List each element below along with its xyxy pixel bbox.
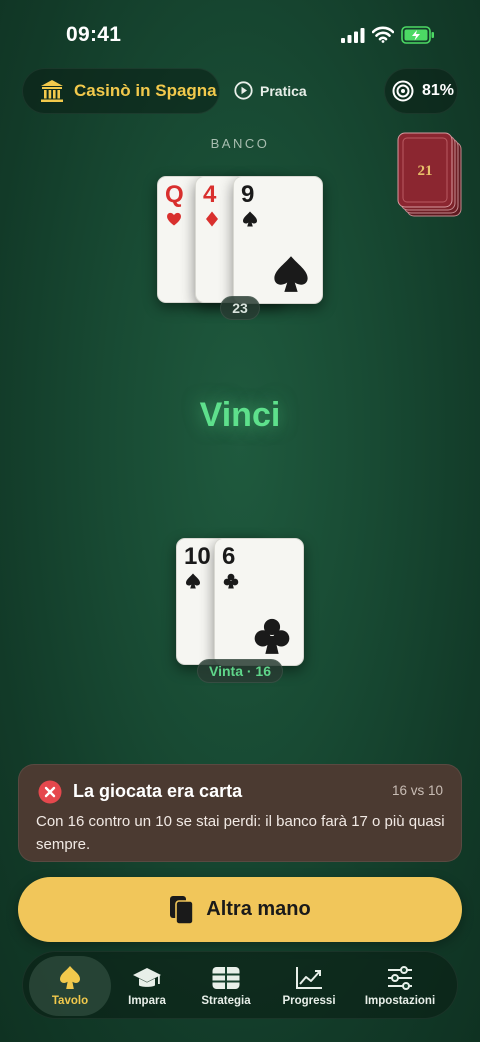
spade-icon (243, 211, 257, 227)
club-icon (254, 618, 290, 654)
practice-mode-label: Pratica (260, 82, 307, 99)
status-bar: 09:41 (0, 0, 480, 70)
bank-icon (41, 80, 63, 102)
feedback-panel: La giocata era carta 16 vs 10 Con 16 con… (18, 764, 462, 862)
card-rank: 9 (241, 181, 255, 208)
spade-icon (274, 256, 308, 292)
play-circle-icon (234, 81, 253, 100)
spade-icon (186, 573, 200, 589)
card-rank: 10 (184, 543, 211, 570)
feedback-title: La giocata era carta (73, 781, 243, 801)
sliders-icon (388, 966, 412, 990)
tab-label: Tavolo (51, 995, 89, 1007)
tab-label: Impara (128, 995, 166, 1007)
tab-impara[interactable]: Impara (115, 956, 179, 1016)
graduation-cap-icon (133, 968, 161, 987)
target-icon (392, 80, 414, 102)
card-rank: 6 (222, 543, 236, 570)
card-rank: Q (165, 181, 184, 208)
spade-icon (60, 966, 80, 989)
cards-stack-icon (170, 895, 195, 925)
dealer-score-badge: 23 (220, 296, 260, 320)
card-rank: 4 (203, 181, 217, 208)
tab-tavolo[interactable]: Tavolo (29, 956, 111, 1016)
accuracy-value: 81% (421, 82, 455, 99)
wifi-icon (372, 26, 394, 43)
shoe-label: 21 (418, 163, 433, 179)
venue-selector[interactable]: Casinò in Spagna (22, 68, 220, 114)
chart-line-icon (296, 967, 322, 989)
feedback-body: Con 16 contro un 10 se stai perdi: il ba… (36, 813, 445, 853)
error-x-icon (38, 780, 62, 804)
next-hand-label: Altra mano (206, 898, 311, 920)
venue-label: Casinò in Spagna (74, 81, 217, 100)
player-card-2: 6 (214, 538, 304, 666)
club-icon (223, 573, 239, 589)
next-hand-button[interactable]: Altra mano (18, 877, 462, 942)
heart-icon (167, 212, 181, 226)
round-result: Vinci (199, 396, 281, 434)
tab-label: Progressi (282, 995, 336, 1007)
tab-progressi[interactable]: Progressi (273, 956, 345, 1016)
tab-label: Impostazioni (364, 995, 436, 1007)
dealer-card-3: 9 (233, 176, 323, 304)
player-score-badge: Vinta · 16 (197, 659, 283, 683)
card-shoe[interactable]: 21 (397, 132, 463, 218)
tab-bar: Tavolo Impara Strategia Progressi Impost… (22, 951, 458, 1019)
feedback-hand-tag: 16 vs 10 (391, 783, 443, 798)
diamond-icon (206, 211, 218, 227)
cellular-signal-icon (341, 28, 365, 43)
battery-charging-icon (401, 26, 434, 44)
practice-mode-toggle[interactable]: Pratica (234, 81, 307, 100)
tab-label: Strategia (201, 995, 251, 1007)
grid-table-icon (212, 967, 240, 989)
tab-impostazioni[interactable]: Impostazioni (357, 956, 443, 1016)
tab-strategia[interactable]: Strategia (189, 956, 263, 1016)
accuracy-badge[interactable]: 81% (384, 68, 458, 114)
clock: 09:41 (66, 23, 122, 46)
